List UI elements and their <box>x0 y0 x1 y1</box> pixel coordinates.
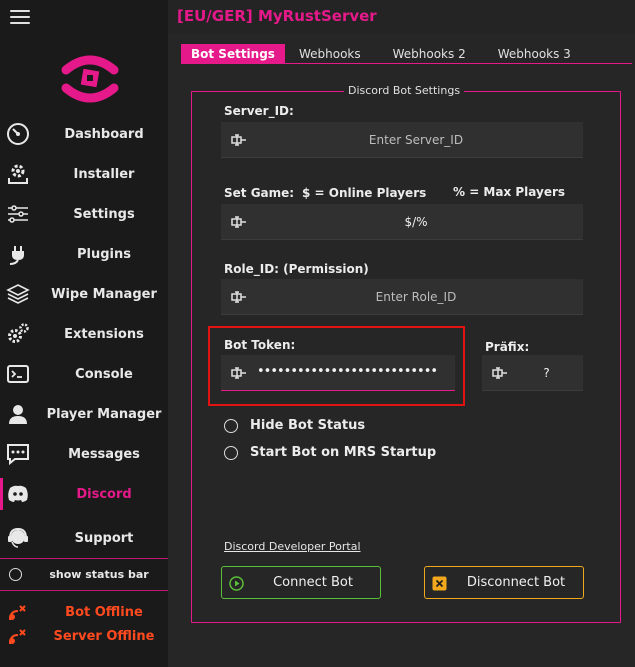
user-icon <box>5 401 31 427</box>
connect-bot-button[interactable]: Connect Bot <box>221 566 381 599</box>
headset-icon <box>5 525 31 551</box>
prefix-label: Präfix: <box>485 340 530 354</box>
divider <box>0 590 168 591</box>
sidebar-item-console[interactable]: Console <box>0 354 168 394</box>
chat-icon <box>5 441 31 467</box>
sidebar-item-label: Messages <box>68 446 140 462</box>
input-field-icon <box>231 216 246 228</box>
set-game-label: Set Game: <box>224 186 295 200</box>
max-players-hint: % = Max Players <box>453 185 566 199</box>
sidebar-item-plugins[interactable]: Plugins <box>0 234 168 274</box>
bot-status-label: Bot Offline <box>65 605 143 620</box>
discord-developer-portal-link[interactable]: Discord Developer Portal <box>224 540 361 553</box>
sidebar-item-label: Support <box>74 530 134 546</box>
speedometer-icon <box>5 121 31 147</box>
tab-webhooks-3[interactable]: Webhooks 3 <box>488 44 581 64</box>
sidebar-item-player-manager[interactable]: Player Manager <box>0 394 168 434</box>
radio-button[interactable] <box>9 568 22 581</box>
radio-button[interactable] <box>224 446 238 460</box>
online-players-hint: $ = Online Players <box>302 186 427 200</box>
sidebar-item-wipe-manager[interactable]: Wipe Manager <box>0 274 168 314</box>
sidebar-item-label: Settings <box>73 206 135 222</box>
sidebar-item-label: Player Manager <box>46 406 162 422</box>
server-status: Server Offline <box>0 626 168 648</box>
server-id-label: Server_ID: <box>224 104 294 118</box>
input-field-icon <box>492 367 507 379</box>
tab-bar: Bot Settings Webhooks Webhooks 2 Webhook… <box>181 44 593 64</box>
prefix-value: ? <box>543 366 550 380</box>
sidebar-item-label: Discord <box>76 486 132 502</box>
menu-icon[interactable] <box>10 6 30 24</box>
sidebar-item-settings[interactable]: Settings <box>0 194 168 234</box>
role-id-input[interactable]: Enter Role_ID <box>221 279 583 315</box>
hide-bot-status-label: Hide Bot Status <box>250 418 366 433</box>
tab-underline <box>181 63 632 64</box>
tab-webhooks-2[interactable]: Webhooks 2 <box>383 44 476 64</box>
bot-status: Bot Offline <box>0 602 168 624</box>
set-game-input[interactable]: $/% <box>221 204 583 240</box>
play-icon <box>229 576 244 591</box>
discord-icon <box>5 481 31 507</box>
sidebar-item-label: Installer <box>73 166 135 182</box>
sidebar-item-label: Dashboard <box>64 126 144 142</box>
sidebar-item-label: Plugins <box>77 246 131 262</box>
sidebar-item-extensions[interactable]: Extensions <box>0 314 168 354</box>
satellite-offline-icon <box>9 629 26 645</box>
close-icon <box>432 576 447 591</box>
disconnect-bot-button[interactable]: Disconnect Bot <box>424 566 584 599</box>
start-bot-label: Start Bot on MRS Startup <box>250 445 437 460</box>
tab-bot-settings[interactable]: Bot Settings <box>181 44 285 64</box>
app-title: [EU/GER] MyRustServer <box>177 7 377 25</box>
input-field-icon <box>231 134 246 146</box>
group-legend: Discord Bot Settings <box>344 84 465 97</box>
connect-bot-label: Connect Bot <box>273 575 353 590</box>
prefix-input[interactable]: ? <box>482 355 583 391</box>
role-id-label: Role_ID: (Permission) <box>224 262 369 276</box>
sliders-icon <box>5 201 31 227</box>
divider <box>0 558 168 559</box>
disconnect-bot-label: Disconnect Bot <box>466 575 566 590</box>
layers-icon <box>5 281 31 307</box>
sidebar-item-label: Console <box>75 366 133 382</box>
role-id-placeholder: Enter Role_ID <box>375 290 457 304</box>
server-id-placeholder: Enter Server_ID <box>368 133 464 147</box>
tab-webhooks[interactable]: Webhooks <box>289 44 371 64</box>
show-status-bar-toggle[interactable]: show status bar <box>0 561 168 589</box>
sidebar: Dashboard Installer Settings Plugins Wip… <box>0 0 168 667</box>
installer-gear-icon <box>5 161 31 187</box>
radio-button[interactable] <box>224 419 238 433</box>
highlight-box <box>208 326 465 406</box>
set-game-value: $/% <box>404 215 428 229</box>
terminal-icon <box>5 361 31 387</box>
server-status-label: Server Offline <box>53 629 155 644</box>
input-field-icon <box>231 291 246 303</box>
sidebar-item-discord[interactable]: Discord <box>0 474 168 514</box>
status-bar-label: show status bar <box>49 568 149 581</box>
sidebar-item-dashboard[interactable]: Dashboard <box>0 114 168 154</box>
gears-icon <box>5 321 31 347</box>
sidebar-item-installer[interactable]: Installer <box>0 154 168 194</box>
sidebar-item-label: Extensions <box>64 326 144 342</box>
server-id-input[interactable]: Enter Server_ID <box>221 122 583 158</box>
sidebar-item-label: Wipe Manager <box>51 286 157 302</box>
logo <box>61 55 119 103</box>
plug-icon <box>5 241 31 267</box>
sidebar-item-support[interactable]: Support <box>0 518 168 558</box>
sidebar-item-messages[interactable]: Messages <box>0 434 168 474</box>
satellite-offline-icon <box>9 605 26 621</box>
